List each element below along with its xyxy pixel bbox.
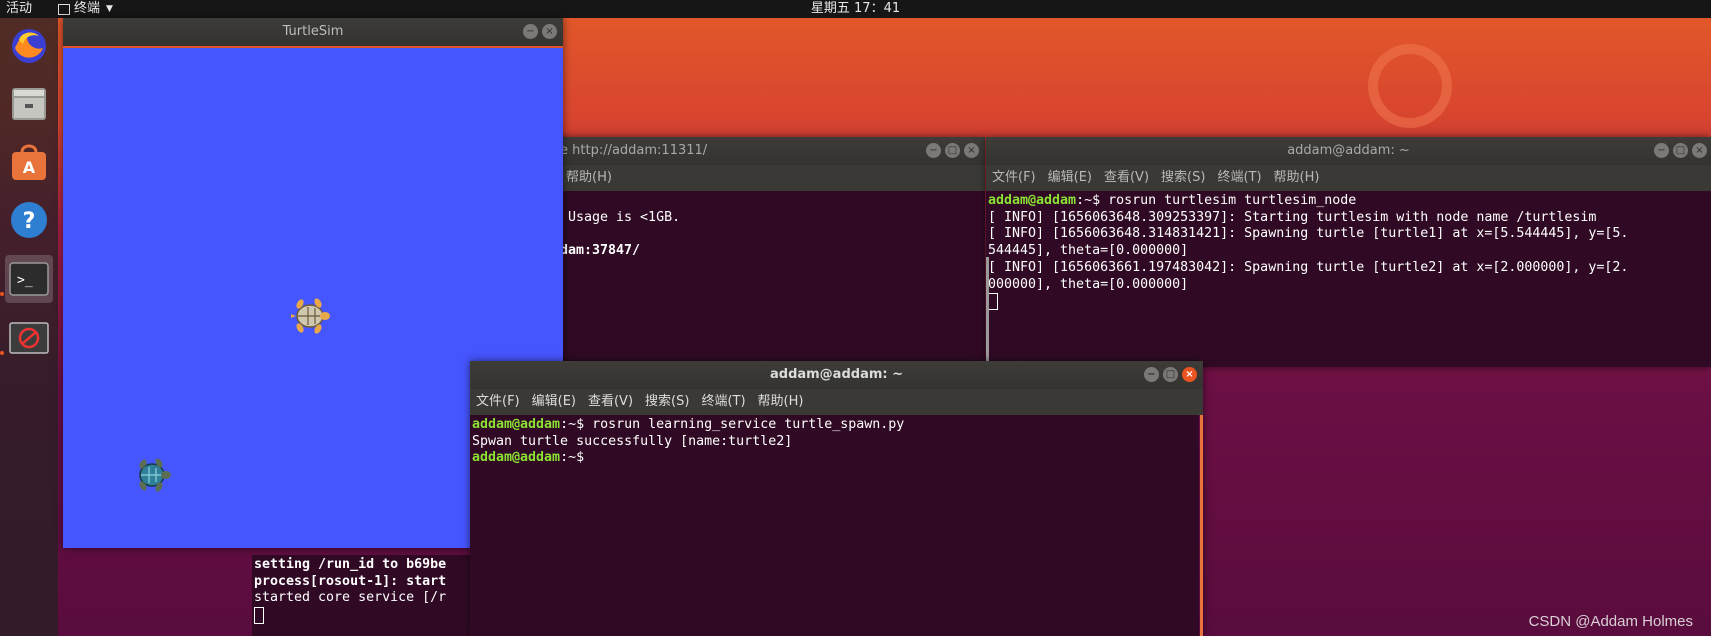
menu-help[interactable]: 帮助(H) (1274, 165, 1320, 191)
turtlesim-node-terminal-window: addam@addam: ~ − □ × 文件(F) 编辑(E) 查看(V) 搜… (986, 137, 1711, 367)
window-titlebar[interactable]: addam@addam: ~ − □ × (986, 137, 1711, 165)
output-line: setting /run_id to b69be (254, 557, 447, 572)
wallpaper-ring (1368, 44, 1452, 128)
blocked-icon[interactable] (5, 314, 53, 362)
turtle2-icon (139, 458, 171, 492)
window-titlebar[interactable]: TurtleSim − × (63, 18, 563, 46)
window-title: e http://addam:11311/ (560, 143, 708, 158)
close-button[interactable]: × (1692, 143, 1707, 158)
command-text: :~$ (560, 450, 585, 466)
close-button[interactable]: × (542, 24, 557, 39)
help-icon[interactable]: ? (5, 196, 53, 244)
window-title: addam@addam: ~ (1287, 143, 1410, 158)
menu-file[interactable]: 文件(F) (476, 389, 520, 415)
top-bar: 活动 终端 ▼ 星期五 17：41 (0, 0, 1711, 18)
menubar: 文件(F) 编辑(E) 查看(V) 搜索(S) 终端(T) 帮助(H) (986, 165, 1711, 191)
output-line: 000000], theta=[0.000000] (988, 276, 1189, 292)
menubar: 帮助(H) (515, 165, 985, 191)
maximize-button[interactable]: □ (945, 143, 960, 158)
roscore-terminal-window: e http://addam:11311/ − □ × 帮助(H) Usage … (515, 137, 985, 367)
output-line: Usage is <1GB. (560, 209, 681, 225)
output-line: Spwan turtle successfully [name:turtle2] (472, 433, 793, 449)
menu-search[interactable]: 搜索(S) (645, 389, 689, 415)
command-line: addam@addam:~$ rosrun learning_service t… (472, 417, 1197, 434)
maximize-button[interactable]: □ (1163, 367, 1178, 382)
scrollbar[interactable] (1200, 415, 1203, 636)
output-line: process[rosout-1]: start (254, 573, 447, 589)
software-center-icon[interactable]: A (5, 138, 53, 186)
output-line: [ INFO] [1656063648.314831421]: Spawning… (988, 226, 1629, 242)
clock[interactable]: 星期五 17：41 (0, 0, 1711, 18)
output-line: [ INFO] [1656063648.309253397]: Starting… (988, 209, 1597, 225)
menu-terminal[interactable]: 终端(T) (1217, 165, 1261, 191)
text-cursor (254, 607, 264, 625)
terminal-icon[interactable]: >_ (5, 255, 53, 303)
prompt: addam@addam (472, 450, 561, 466)
svg-text:A: A (23, 158, 36, 177)
scrollbar[interactable] (986, 257, 989, 367)
minimize-button[interactable]: − (1144, 367, 1159, 382)
minimize-button[interactable]: − (523, 24, 538, 39)
dock: A ? >_ (0, 18, 58, 636)
prompt: addam@addam (472, 417, 561, 432)
text-cursor (988, 293, 998, 311)
output-line: started core service [/r (254, 590, 447, 606)
maximize-button[interactable]: □ (1673, 143, 1688, 158)
minimize-button[interactable]: − (1654, 143, 1669, 158)
background-terminal: setting /run_id to b69be process[rosout-1… (252, 555, 472, 636)
terminal-output[interactable]: addam@addam:~$ rosrun learning_service t… (470, 415, 1199, 636)
output-line: dam:37847/ (560, 243, 641, 259)
menu-search[interactable]: 搜索(S) (1161, 165, 1205, 191)
terminal-output[interactable]: addam@addam:~$ rosrun turtlesim turtlesi… (986, 191, 1711, 367)
firefox-icon[interactable] (5, 22, 53, 70)
window-title: TurtleSim (282, 24, 344, 39)
running-indicator (0, 292, 4, 296)
command-text: :~$ rosrun turtlesim turtlesim_node (1076, 193, 1357, 208)
watermark: CSDN @Addam Holmes (1528, 613, 1693, 630)
window-titlebar[interactable]: addam@addam: ~ − □ × (470, 361, 1203, 389)
menu-help[interactable]: 帮助(H) (758, 389, 804, 415)
output-line: 544445], theta=[0.000000] (988, 243, 1189, 259)
menu-terminal[interactable]: 终端(T) (701, 389, 745, 415)
menu-help[interactable]: 帮助(H) (566, 165, 612, 191)
menu-edit[interactable]: 编辑(E) (532, 389, 576, 415)
window-titlebar[interactable]: e http://addam:11311/ − □ × (515, 137, 985, 165)
minimize-button[interactable]: − (926, 143, 941, 158)
svg-text:>_: >_ (17, 273, 33, 288)
menu-edit[interactable]: 编辑(E) (1048, 165, 1092, 191)
turtle1-icon (291, 298, 330, 334)
prompt: addam@addam (988, 193, 1077, 208)
menu-file[interactable]: 文件(F) (992, 165, 1036, 191)
output-line: [ INFO] [1656063661.197483042]: Spawning… (988, 259, 1629, 275)
close-button[interactable]: × (964, 143, 979, 158)
svg-text:?: ? (23, 209, 36, 234)
menu-view[interactable]: 查看(V) (588, 389, 633, 415)
files-icon[interactable] (5, 80, 53, 128)
terminal-output[interactable]: setting /run_id to b69be process[rosout-1… (252, 555, 472, 636)
terminal-output[interactable]: Usage is <1GB. dam:37847/ (515, 191, 985, 367)
command-line: addam@addam:~$ rosrun turtlesim turtlesi… (988, 193, 1709, 210)
menubar: 文件(F) 编辑(E) 查看(V) 搜索(S) 终端(T) 帮助(H) (470, 389, 1203, 415)
running-indicator (0, 351, 4, 355)
menu-view[interactable]: 查看(V) (1104, 165, 1149, 191)
window-title: addam@addam: ~ (769, 367, 904, 382)
close-button[interactable]: × (1182, 367, 1197, 382)
spawn-terminal-window: addam@addam: ~ − □ × 文件(F) 编辑(E) 查看(V) 搜… (470, 361, 1203, 636)
command-text: :~$ rosrun learning_service turtle_spawn… (560, 417, 905, 432)
command-line: addam@addam:~$ (472, 450, 1197, 467)
